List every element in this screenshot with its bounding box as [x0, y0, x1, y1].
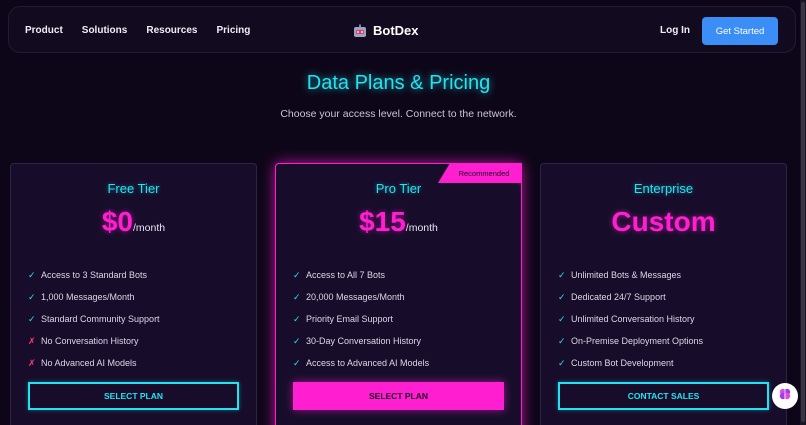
brand-logo[interactable]: BotDex	[353, 7, 419, 54]
feature-item: ✗ No Advanced AI Models	[28, 352, 160, 374]
feature-text: Access to All 7 Bots	[306, 270, 386, 280]
price-unit: /month	[405, 222, 438, 234]
check-icon: ✓	[558, 269, 566, 280]
brand-name: BotDex	[373, 23, 419, 38]
check-icon: ✓	[28, 291, 36, 302]
brain-icon	[778, 387, 792, 406]
check-icon: ✓	[558, 291, 566, 302]
feature-text: No Advanced AI Models	[41, 358, 137, 368]
feature-item: ✓ Access to 3 Standard Bots	[28, 264, 160, 286]
feature-item: ✓ 20,000 Messages/Month	[293, 286, 429, 308]
feature-text: Dedicated 24/7 Support	[571, 292, 666, 302]
feature-item: ✓ Standard Community Support	[28, 308, 160, 330]
feature-text: Unlimited Conversation History	[571, 314, 695, 324]
feature-item: ✓ Unlimited Conversation History	[558, 308, 703, 330]
page-subtitle: Choose your access level. Connect to the…	[280, 108, 517, 120]
feature-item: ✓ Access to Advanced AI Models	[293, 352, 429, 374]
feature-item: ✓ Priority Email Support	[293, 308, 429, 330]
feature-text: Access to 3 Standard Bots	[41, 270, 148, 280]
robot-icon	[353, 24, 367, 38]
recommended-badge: Recommended	[438, 163, 522, 183]
feature-text: On-Premise Deployment Options	[571, 336, 704, 346]
top-navbar: Product Solutions Resources Pricing BotD…	[8, 6, 796, 53]
select-plan-button-pro[interactable]: SELECT PLAN	[293, 382, 504, 410]
feature-text: Unlimited Bots & Messages	[571, 270, 682, 280]
price-row: $0/month	[11, 206, 256, 238]
contact-sales-button[interactable]: CONTACT SALES	[558, 382, 769, 410]
check-icon: ✓	[558, 313, 566, 324]
feature-item: ✓ Custom Bot Development	[558, 352, 703, 374]
feature-item: ✓ 30-Day Conversation History	[293, 330, 429, 352]
nav-link-solutions[interactable]: Solutions	[82, 25, 128, 36]
plan-card-enterprise: Enterprise Custom ✓ Unlimited Bots & Mess…	[540, 163, 787, 425]
check-icon: ✓	[28, 269, 36, 280]
check-icon: ✓	[293, 357, 301, 368]
scrollbar-thumb[interactable]	[801, 2, 805, 422]
plan-card-free: Free Tier $0/month ✓ Access to 3 Standard…	[10, 163, 257, 425]
nav-link-resources[interactable]: Resources	[146, 25, 197, 36]
plan-price: $0	[101, 206, 134, 237]
cross-icon: ✗	[28, 357, 36, 368]
login-link[interactable]: Log In	[660, 7, 690, 54]
feature-item: ✓ Unlimited Bots & Messages	[558, 264, 703, 286]
price-row: Custom	[541, 206, 786, 238]
chat-assistant-button[interactable]	[772, 383, 798, 409]
check-icon: ✓	[558, 335, 566, 346]
feature-text: Standard Community Support	[41, 314, 160, 324]
cross-icon: ✗	[28, 335, 36, 346]
feature-item: ✓ Access to All 7 Bots	[293, 264, 429, 286]
nav-link-product[interactable]: Product	[25, 25, 63, 36]
get-started-button[interactable]: Get Started	[702, 17, 778, 45]
feature-item: ✓ 1,000 Messages/Month	[28, 286, 160, 308]
feature-text: No Conversation History	[41, 336, 139, 346]
check-icon: ✓	[293, 313, 301, 324]
check-icon: ✓	[28, 313, 36, 324]
feature-item: ✗ No Conversation History	[28, 330, 160, 352]
feature-text: Custom Bot Development	[571, 358, 674, 368]
feature-list: ✓ Unlimited Bots & Messages ✓ Dedicated 24…	[558, 264, 703, 374]
check-icon: ✓	[558, 357, 566, 368]
nav-links: Product Solutions Resources Pricing	[25, 7, 269, 54]
price-row: $15/month	[276, 206, 521, 238]
check-icon: ✓	[293, 291, 301, 302]
select-plan-button-free[interactable]: SELECT PLAN	[28, 382, 239, 410]
nav-link-pricing[interactable]: Pricing	[216, 25, 250, 36]
plan-name: Enterprise	[633, 181, 694, 196]
feature-text: Priority Email Support	[306, 314, 394, 324]
plan-name: Free Tier	[107, 181, 160, 196]
feature-item: ✓ On-Premise Deployment Options	[558, 330, 703, 352]
feature-text: 1,000 Messages/Month	[41, 292, 135, 302]
feature-text: 30-Day Conversation History	[306, 336, 422, 346]
check-icon: ✓	[293, 335, 301, 346]
feature-list: ✓ Access to All 7 Bots ✓ 20,000 Messages/M…	[293, 264, 429, 374]
plan-card-pro: Recommended Pro Tier $15/month ✓ Access t…	[275, 163, 522, 425]
check-icon: ✓	[293, 269, 301, 280]
price-unit: /month	[133, 222, 166, 234]
feature-text: Access to Advanced AI Models	[306, 358, 430, 368]
plan-price: $15	[359, 206, 406, 237]
plan-name: Pro Tier	[375, 181, 422, 196]
feature-item: ✓ Dedicated 24/7 Support	[558, 286, 703, 308]
feature-list: ✓ Access to 3 Standard Bots ✓ 1,000 Messag…	[28, 264, 160, 374]
feature-text: 20,000 Messages/Month	[306, 292, 405, 302]
page-scrollbar[interactable]	[800, 0, 806, 425]
page-title: Data Plans & Pricing	[306, 72, 491, 94]
plan-price: Custom	[611, 206, 716, 237]
